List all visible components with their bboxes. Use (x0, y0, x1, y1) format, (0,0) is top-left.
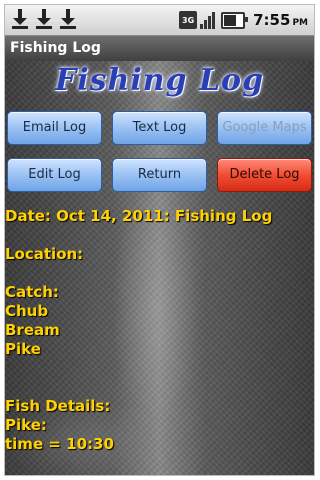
return-button[interactable]: Return (112, 158, 207, 192)
email-log-button[interactable]: Email Log (7, 111, 102, 145)
3g-icon: 3G (179, 11, 198, 29)
log-catch-label: Catch: (5, 283, 59, 301)
fishing-log-logo: Fishing Log (54, 63, 265, 98)
clock: 7:55 PM (253, 11, 308, 29)
detail-fish: Pike: (5, 416, 47, 434)
app-title-bar: Fishing Log (5, 36, 314, 61)
delete-log-button[interactable]: Delete Log (217, 158, 312, 192)
battery-icon (221, 11, 249, 29)
catch-item: Bream (5, 321, 60, 339)
log-entry: Date: Oct 14, 2011: Fishing Log Location… (5, 207, 305, 454)
detail-time: time = 10:30 (5, 435, 114, 453)
status-bar: 3G 7:55 PM (5, 5, 314, 36)
download-icon[interactable] (35, 8, 53, 30)
log-details-label: Fish Details: (5, 397, 111, 415)
download-icon[interactable] (59, 8, 77, 30)
phone-screen: 3G 7:55 PM Fishing Log Fishing Log Email … (5, 5, 314, 475)
edit-log-button[interactable]: Edit Log (7, 158, 102, 192)
app-title: Fishing Log (10, 40, 101, 56)
text-log-button[interactable]: Text Log (112, 111, 207, 145)
catch-item: Chub (5, 302, 49, 320)
status-icons: 3G 7:55 PM (179, 9, 308, 31)
google-maps-button[interactable]: Google Maps (217, 111, 312, 145)
clock-ampm: PM (292, 18, 308, 28)
clock-time: 7:55 (253, 11, 291, 29)
catch-item: Pike (5, 340, 41, 358)
download-icon[interactable] (11, 8, 29, 30)
log-date-line: Date: Oct 14, 2011: Fishing Log (5, 207, 273, 225)
signal-icon (200, 11, 216, 29)
main-content: Fishing Log Email Log Text Log Google Ma… (5, 61, 314, 475)
log-location-label: Location: (5, 245, 84, 263)
network-label: 3G (182, 15, 195, 25)
